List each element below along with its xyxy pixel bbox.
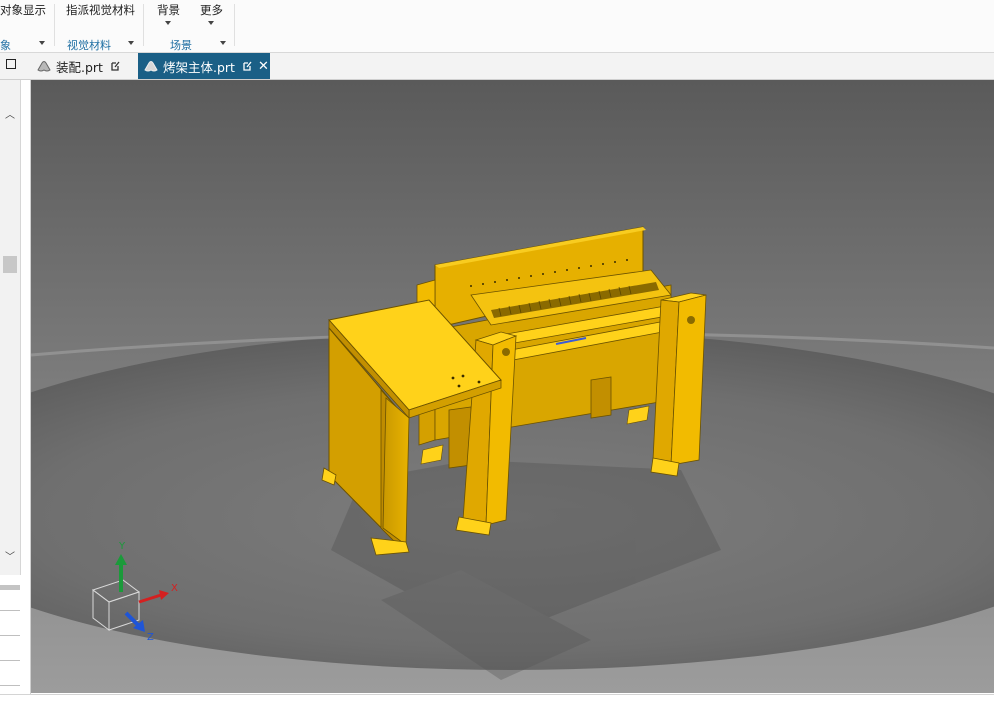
panel-splitter[interactable] (0, 585, 20, 590)
ribbon-group-visual-material: 视觉材料 (67, 39, 111, 52)
part-file-icon (37, 61, 51, 72)
z-axis-label: Z (147, 632, 154, 643)
status-bar (0, 694, 994, 715)
group-expand-icon[interactable] (128, 41, 134, 45)
chevron-down-icon[interactable] (165, 21, 171, 25)
more-button[interactable]: 更多 (200, 2, 223, 18)
chevron-down-icon[interactable] (208, 21, 214, 25)
scroll-up-icon[interactable]: ︿ (4, 106, 16, 121)
modified-indicator-icon (111, 61, 120, 71)
ribbon-group-object: 象 (0, 39, 11, 52)
tab-grill-body[interactable]: 烤架主体.prt ✕ (138, 53, 270, 79)
object-display-button[interactable]: 对象显示 (0, 2, 46, 18)
ribbon-separator (54, 4, 55, 46)
part-file-icon (144, 61, 158, 72)
background-button[interactable]: 背景 (157, 2, 180, 18)
tab-label: 烤架主体.prt (163, 59, 235, 75)
divider (0, 635, 20, 636)
assign-visual-material-button[interactable]: 指派视觉材料 (66, 2, 135, 18)
tab-label: 装配.prt (56, 59, 103, 75)
model-view (31, 80, 994, 693)
graphics-viewport[interactable]: Y X Z (31, 80, 994, 693)
navigator-panel: ︿ ﹀ (0, 80, 31, 694)
modified-indicator-icon (243, 61, 252, 71)
vertical-scrollbar[interactable]: ︿ ﹀ (0, 80, 21, 575)
divider (0, 660, 20, 661)
y-axis-label: Y (119, 541, 126, 552)
ribbon-group-scene: 场景 (170, 39, 192, 52)
tab-assembly[interactable]: 装配.prt (31, 53, 137, 79)
scroll-down-icon[interactable]: ﹀ (4, 548, 16, 563)
ribbon-separator (143, 4, 144, 46)
divider (0, 685, 20, 686)
scroll-thumb[interactable] (3, 256, 17, 273)
ribbon-separator (234, 4, 235, 46)
close-icon[interactable]: ✕ (258, 60, 269, 73)
x-axis-label: X (171, 583, 178, 594)
divider (0, 610, 20, 611)
maximize-icon[interactable] (6, 59, 16, 69)
document-tab-bar: 装配.prt 烤架主体.prt ✕ (0, 53, 994, 80)
ribbon: 对象显示 指派视觉材料 背景 更多 象 视觉材料 场景 (0, 0, 994, 53)
group-expand-icon[interactable] (220, 41, 226, 45)
group-expand-icon[interactable] (39, 41, 45, 45)
